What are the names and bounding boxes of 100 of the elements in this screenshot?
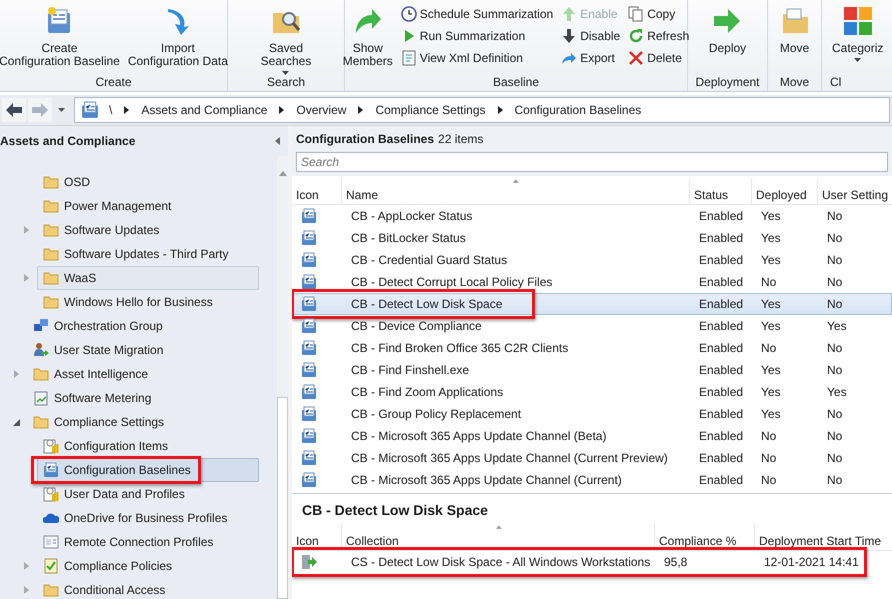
table-row[interactable]: CB - Microsoft 365 Apps Update Channel (Current Preview) Enabled No No [292,447,892,469]
tree-item[interactable]: OSD [37,170,259,194]
detail-title: CB - Detect Low Disk Space [301,501,489,520]
scroll-up-icon[interactable] [278,170,286,176]
table-row[interactable]: CB - Credential Guard Status Enabled Yes No [292,249,892,271]
breadcrumb-arrow-icon[interactable] [496,105,504,115]
group-label: Deployment [694,75,761,91]
tree-item[interactable]: Windows Hello for Business [37,290,259,314]
tree-item[interactable]: Asset Intelligence [27,362,259,386]
breadcrumb-item[interactable]: Assets and Compliance [141,103,268,117]
tree-item[interactable]: OneDrive for Business Profiles [37,506,259,530]
column-header[interactable]: Status [690,178,752,204]
table-row[interactable]: CS - Detect Low Disk Space - All Windows Workstations 95,8 12-01-2021 14:41 [292,551,892,573]
table-row[interactable]: CB - Group Policy Replacement Enabled Yes No [292,403,892,425]
breadcrumb-item[interactable]: \ [109,103,112,117]
table-cell: No [761,275,776,289]
table-cell: Yes [761,407,781,421]
table-cell: No [827,275,842,289]
collapse-arrow-icon[interactable] [12,417,20,427]
tree-item[interactable]: Software Updates - Third Party [37,242,259,266]
tree-item[interactable]: Orchestration Group [27,314,259,338]
column-header[interactable]: Icon [292,524,342,550]
ribbon-button[interactable]: Export [559,47,622,69]
table-cell: No [827,231,842,245]
tree-item[interactable]: Configuration Items [37,434,259,458]
tree-item[interactable]: Remote Connection Profiles [37,530,259,554]
ribbon-button[interactable]: View Xml Definition [398,47,556,69]
copy-icon [628,6,644,22]
table-cell: No [761,429,776,443]
ribbon-button[interactable]: Refresh [626,25,692,47]
breadcrumb-item[interactable]: Configuration Baselines [514,103,642,117]
ribbon-button[interactable]: Categoriz [830,3,886,73]
tree-item[interactable]: Compliance Settings [27,410,259,434]
table-row[interactable]: CB - AppLocker Status Enabled Yes No [292,205,892,227]
table-cell: CB - AppLocker Status [351,209,472,223]
scrollbar-thumb[interactable] [277,397,288,599]
ribbon-button[interactable]: Move [776,3,812,73]
ribbon-button[interactable]: Delete [626,47,692,69]
tree-item[interactable]: Conditional Access [37,578,259,599]
table-cell: No [827,253,842,267]
document-icon [301,384,317,400]
tree-item[interactable]: Power Management [37,194,259,218]
table-row[interactable]: CB - Find Finshell.exe Enabled Yes No [292,359,892,381]
folder-icon [43,270,59,286]
ribbon-button[interactable]: Run Summarization [398,25,556,47]
ribbon-button[interactable]: Saved Searches [258,3,314,73]
column-header[interactable]: Name [342,178,690,204]
document-icon [301,208,317,224]
ribbon-button[interactable]: Disable [559,25,622,47]
tree-item[interactable]: User Data and Profiles [37,482,259,506]
address-bar[interactable]: \ Assets and Compliance Overview Compliance Settings Configuration Baselines [74,97,890,123]
tree-item[interactable]: Configuration Baselines [37,458,259,482]
breadcrumb-arrow-icon[interactable] [356,105,366,115]
column-header[interactable]: Deployed [752,178,818,204]
breadcrumb-item[interactable]: Overview [296,103,346,117]
table-row[interactable]: CB - Device Compliance Enabled Yes Yes [292,315,892,337]
table-cell: No [827,209,842,223]
ribbon-button[interactable]: Copy [626,3,692,25]
table-cell: CB - Microsoft 365 Apps Update Channel (Current) [351,473,622,487]
table-row[interactable]: CB - Detect Corrupt Local Policy Files Enabled No No [292,271,892,293]
table-row[interactable]: CB - Find Zoom Applications Enabled Yes Yes [292,381,892,403]
group-label: Search [266,75,306,91]
breadcrumb-arrow-icon[interactable] [122,105,132,115]
document-icon [301,340,317,356]
table-cell: Yes [761,297,781,311]
table-row[interactable]: CB - Microsoft 365 Apps Update Channel (Current) Enabled No No [292,469,892,491]
table-cell: CB - Device Compliance [351,319,482,333]
tree-item[interactable]: WaaS [37,266,259,290]
tree-item[interactable]: User State Migration [27,338,259,362]
table-row[interactable]: CB - BitLocker Status Enabled Yes No [292,227,892,249]
search-field[interactable]: Search [296,152,888,172]
collapse-pane-icon[interactable] [273,136,282,146]
column-header[interactable]: Collection [342,524,655,550]
column-header[interactable]: Icon [292,178,342,204]
color-squares-icon [842,5,874,37]
ribbon-button[interactable]: Deploy [706,3,748,73]
table-row[interactable]: CB - Microsoft 365 Apps Update Channel (Beta) Enabled No No [292,425,892,447]
tree-item[interactable]: Software Updates [37,218,259,242]
table-cell: CB - Find Broken Office 365 C2R Clients [351,341,568,355]
tree-item[interactable]: Compliance Policies [37,554,259,578]
breadcrumb-arrow-icon[interactable] [277,105,286,115]
column-header[interactable]: User Setting [818,178,892,204]
folder-icon [43,294,59,310]
table-cell: No [827,429,842,443]
breadcrumb-item[interactable]: Compliance Settings [375,103,486,117]
table-row[interactable]: CB - Detect Low Disk Space Enabled Yes No [292,293,892,315]
ribbon-button[interactable]: Create Configuration Baseline [0,3,122,73]
list-title: Configuration Baselines [296,132,434,146]
ribbon-button[interactable]: Schedule Summarization [398,3,556,25]
ribbon-button[interactable]: Show Members [340,3,395,73]
tree-item[interactable]: Software Metering [27,386,259,410]
up-arrow-icon [561,6,578,22]
document-icon [301,450,317,466]
column-header[interactable]: Compliance % [655,524,755,550]
ribbon-button[interactable]: Import Configuration Data [126,3,230,73]
column-header[interactable]: Deployment Start Time [755,524,892,550]
table-row[interactable]: CB - Find Broken Office 365 C2R Clients Enabled No No [292,337,892,359]
back-button[interactable] [2,98,26,122]
folder-icon [43,198,59,214]
group-label: Cl [830,75,842,91]
